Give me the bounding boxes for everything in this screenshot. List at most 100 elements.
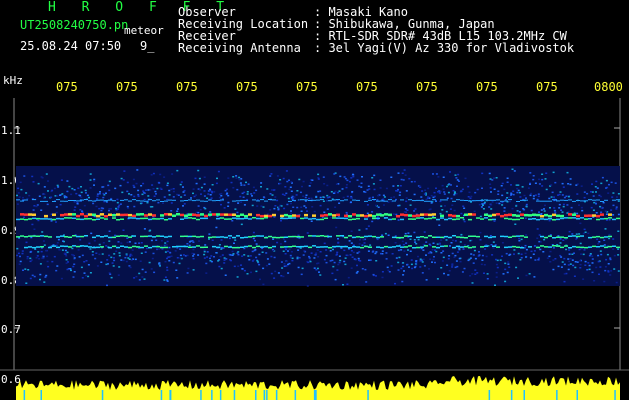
noise-speck: [323, 242, 326, 245]
noise-speck: [451, 263, 454, 265]
noise-speck: [552, 171, 555, 174]
signal-segment: [100, 217, 104, 219]
noise-speck: [422, 249, 425, 251]
noise-speck: [552, 259, 555, 261]
noise-speck: [40, 209, 43, 211]
signal-segment: [328, 213, 332, 216]
noise-speck: [470, 253, 473, 255]
signal-segment: [32, 213, 36, 216]
noise-speck: [272, 189, 275, 191]
noise-speck: [152, 172, 155, 175]
noise-speck: [135, 182, 138, 185]
noise-speck: [608, 183, 610, 186]
noise-speck: [162, 202, 164, 204]
signal-segment: [440, 214, 444, 218]
signal-segment: [412, 214, 416, 218]
noise-speck: [169, 252, 172, 254]
noise-speck: [39, 263, 42, 265]
noise-speck: [565, 195, 568, 197]
noise-speck: [376, 199, 379, 201]
noise-speck: [613, 254, 616, 257]
noise-speck: [296, 206, 299, 209]
signal-segment: [92, 213, 96, 216]
noise-speck: [400, 267, 403, 270]
signal-segment: [64, 213, 68, 216]
noise-speck: [237, 265, 240, 267]
noise-speck: [149, 229, 152, 232]
noise-speck: [525, 234, 528, 236]
signal-segment: [272, 213, 276, 217]
noise-speck: [20, 188, 23, 191]
noise-speck: [576, 193, 579, 195]
noise-speck: [598, 273, 600, 275]
signal-segment: [416, 199, 420, 201]
signal-segment: [528, 246, 532, 248]
noise-speck: [128, 193, 130, 195]
noise-speck: [350, 250, 353, 252]
noise-speck: [188, 244, 191, 247]
noise-speck: [363, 190, 366, 193]
noise-speck: [247, 255, 250, 257]
signal-segment: [236, 235, 240, 237]
noise-speck: [298, 178, 301, 181]
noise-speck: [227, 205, 230, 207]
noise-speck: [523, 194, 526, 197]
noise-speck: [326, 208, 329, 210]
noise-speck: [192, 192, 194, 195]
noise-speck: [86, 194, 89, 197]
signal-segment: [76, 235, 80, 238]
signal-segment: [184, 217, 188, 219]
signal-segment: [588, 199, 592, 201]
noise-speck: [592, 209, 595, 211]
signal-segment: [364, 214, 368, 218]
noise-speck: [537, 193, 540, 195]
noise-speck: [351, 256, 354, 258]
noise-speck: [317, 178, 320, 180]
noise-speck: [480, 263, 483, 266]
noise-speck: [537, 195, 540, 198]
noise-speck: [538, 211, 540, 213]
signal-segment: [424, 236, 428, 239]
trace-spike: [556, 390, 558, 400]
signal-segment: [296, 235, 300, 238]
noise-speck: [302, 180, 305, 183]
noise-speck: [206, 256, 209, 258]
noise-speck: [44, 276, 47, 278]
noise-speck: [77, 249, 80, 251]
signal-segment: [172, 246, 176, 248]
signal-segment: [128, 246, 132, 249]
noise-speck: [315, 252, 318, 254]
noise-speck: [570, 206, 573, 209]
noise-speck: [71, 187, 74, 190]
noise-speck: [290, 251, 293, 253]
noise-speck: [518, 237, 521, 240]
noise-speck: [113, 259, 116, 262]
signal-segment: [356, 236, 360, 238]
noise-speck: [108, 208, 111, 210]
noise-speck: [431, 248, 434, 251]
noise-speck: [587, 232, 590, 235]
noise-speck: [166, 280, 169, 282]
noise-speck: [150, 268, 153, 270]
signal-segment: [464, 200, 468, 201]
signal-segment: [104, 215, 108, 218]
noise-speck: [489, 183, 492, 185]
noise-speck: [561, 261, 564, 263]
noise-speck: [486, 278, 489, 280]
noise-speck: [16, 203, 19, 205]
noise-speck: [442, 176, 445, 178]
signal-segment: [148, 199, 152, 201]
signal-segment: [320, 246, 324, 248]
noise-speck: [605, 187, 607, 189]
noise-speck: [610, 209, 613, 211]
noise-speck: [381, 250, 384, 252]
signal-segment: [188, 217, 192, 219]
noise-speck: [518, 211, 521, 213]
noise-speck: [151, 257, 154, 260]
noise-speck: [350, 230, 353, 232]
signal-segment: [388, 199, 392, 201]
noise-speck: [345, 184, 348, 186]
noise-speck: [133, 195, 136, 198]
noise-speck: [561, 182, 564, 185]
signal-segment: [320, 199, 324, 201]
